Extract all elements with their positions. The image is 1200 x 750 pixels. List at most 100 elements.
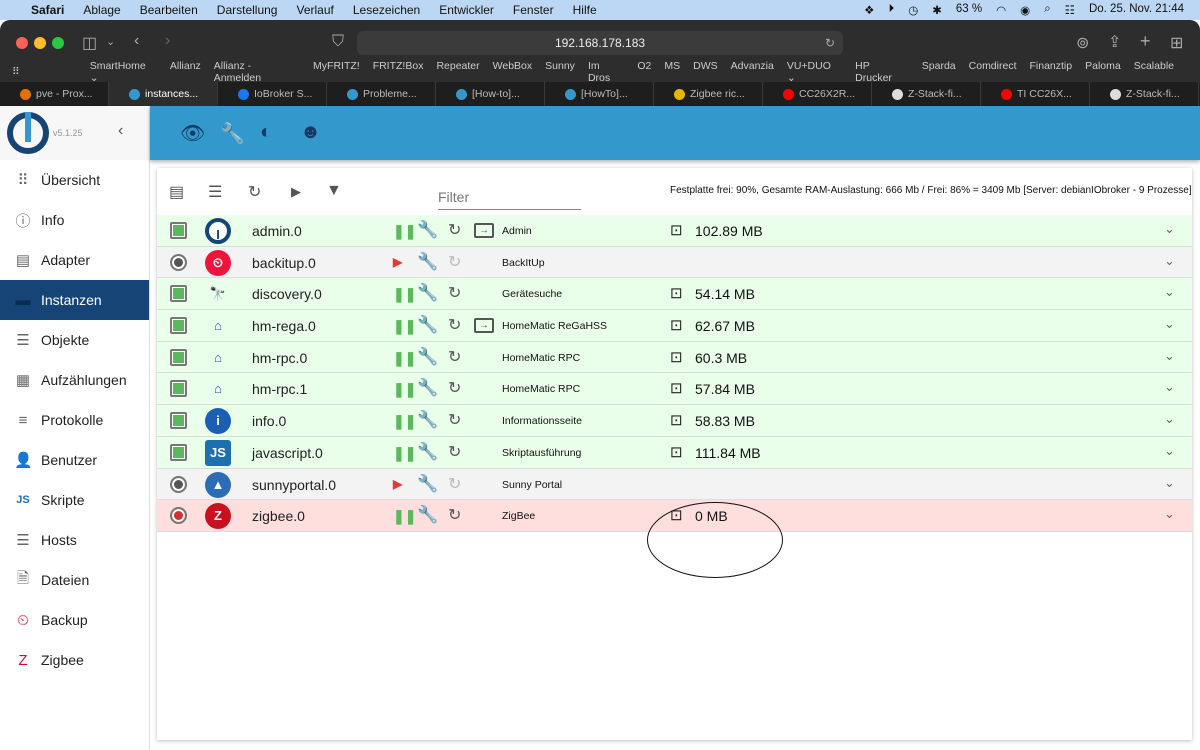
menu-entwickler[interactable]: Entwickler	[439, 3, 494, 17]
restart-icon[interactable]: ↻	[448, 378, 461, 398]
spotlight-icon[interactable]: ⌕	[1044, 3, 1050, 17]
menu-darstellung[interactable]: Darstellung	[217, 3, 278, 17]
reload-icon[interactable]: ↻	[825, 31, 835, 55]
instance-row[interactable]: ⌂ hm-rpc.1 ❚❚ 🔧 ↻ HomeMatic RPC ⊡ 57.84 MB ⌄	[157, 373, 1192, 406]
browser-tab[interactable]: Probleme...	[327, 82, 436, 106]
bookmark[interactable]: Scalable	[1134, 60, 1174, 84]
pause-icon[interactable]: ❚❚	[393, 381, 416, 398]
expand-chevron-icon[interactable]: ⌄	[1164, 284, 1175, 300]
expand-chevron-icon[interactable]: ⌄	[1164, 253, 1175, 269]
browser-tab[interactable]: [HowTo]...	[545, 82, 654, 106]
wrench-icon[interactable]: 🔧	[417, 474, 438, 494]
menu-verlauf[interactable]: Verlauf	[296, 3, 333, 17]
instance-row[interactable]: ▲ sunnyportal.0 ▶ 🔧 ↻ Sunny Portal ⌄	[157, 468, 1192, 501]
wrench-icon[interactable]: 🔧	[417, 315, 438, 335]
time-machine-icon[interactable]: ◷	[908, 3, 918, 17]
browser-tab[interactable]: Z-Stack-fi...	[1090, 82, 1199, 106]
expand-chevron-icon[interactable]: ⌄	[1164, 443, 1175, 459]
new-tab-icon[interactable]: +	[1140, 31, 1151, 52]
pause-icon[interactable]: ❚❚	[393, 318, 416, 335]
back-icon[interactable]: ‹	[134, 32, 139, 50]
filter-icon[interactable]: ▼	[326, 182, 342, 200]
bookmark[interactable]: Im Dros	[588, 60, 624, 84]
restart-icon[interactable]: ↻	[448, 442, 461, 462]
instance-row[interactable]: i info.0 ❚❚ 🔧 ↻ Informationsseite ⊡ 58.83 MB ⌄	[157, 405, 1192, 437]
restart-icon[interactable]: ↻	[448, 252, 461, 272]
bookmark[interactable]: Allianz	[170, 60, 201, 84]
restart-icon[interactable]: ↻	[448, 410, 461, 430]
wrench-icon[interactable]: 🔧	[220, 121, 245, 146]
menu-app[interactable]: Safari	[31, 3, 64, 17]
sidebar-item-aufzählungen[interactable]: ▦ Aufzählungen	[0, 360, 149, 400]
detailed-list-icon[interactable]: ▤	[169, 182, 184, 202]
address-bar[interactable]: 192.168.178.183 ↻	[357, 31, 843, 55]
bookmark[interactable]: WebBox	[493, 60, 533, 84]
pause-icon[interactable]: ❚❚	[393, 223, 416, 240]
sidebar-toggle-icon[interactable]: ◫	[82, 33, 97, 53]
wrench-icon[interactable]: 🔧	[417, 347, 438, 367]
menu-bearbeiten[interactable]: Bearbeiten	[140, 3, 198, 17]
browser-tab[interactable]: Zigbee ric...	[654, 82, 763, 106]
restart-icon[interactable]: ↻	[448, 283, 461, 303]
forward-icon[interactable]: ›	[165, 32, 170, 50]
open-link-icon[interactable]: →	[474, 223, 494, 238]
sidebar-item-adapter[interactable]: ▤ Adapter	[0, 240, 149, 280]
instance-row[interactable]: JS javascript.0 ❚❚ 🔧 ↻ Skriptausführung ⊡ 111.8…	[157, 436, 1192, 469]
browser-tab[interactable]: Z-Stack-fi...	[872, 82, 981, 106]
play-icon[interactable]: ▶	[393, 477, 402, 491]
bookmark[interactable]: FRITZ!Box	[373, 60, 424, 84]
apps-grid-icon[interactable]: ⠿	[12, 66, 20, 78]
eye-icon[interactable]: 👁	[180, 121, 205, 146]
bookmark[interactable]: VU+DUO ⌄	[787, 60, 842, 84]
restart-icon[interactable]: ↻	[448, 220, 461, 240]
bookmark[interactable]: Allianz - Anmelden	[214, 60, 300, 84]
sidebar-item-zigbee[interactable]: Z Zigbee	[0, 640, 149, 680]
instance-row[interactable]: ⌂ hm-rega.0 ❚❚ 🔧 ↻ → HomeMatic ReGaHSS ⊡ 62.67 M…	[157, 310, 1192, 342]
tab-overview-icon[interactable]: ⊞	[1170, 33, 1183, 53]
instance-row[interactable]: ⌂ hm-rpc.0 ❚❚ 🔧 ↻ HomeMatic RPC ⊡ 60.3 MB ⌄	[157, 341, 1192, 374]
user-icon[interactable]: ◉	[1020, 3, 1030, 17]
restart-icon[interactable]: ↻	[448, 505, 461, 525]
zoom-window-button[interactable]	[52, 37, 64, 49]
instance-row[interactable]: Iadmin.0 ❚❚ 🔧 ↻ → Admin ⊡ 102.89 MB ⌄	[157, 215, 1192, 247]
open-link-icon[interactable]: →	[474, 318, 494, 334]
theme-brightness-icon[interactable]: ◐	[260, 121, 272, 144]
sidebar-item-übersicht[interactable]: ⠿ Übersicht	[0, 160, 149, 200]
bookmark[interactable]: MS	[664, 60, 680, 84]
sidebar-item-info[interactable]: ⓘ Info	[0, 200, 149, 240]
menu-ablage[interactable]: Ablage	[83, 3, 120, 17]
bookmark[interactable]: Repeater	[436, 60, 479, 84]
bookmark[interactable]: HP Drucker	[855, 60, 909, 84]
browser-tab[interactable]: CC26X2R...	[763, 82, 872, 106]
sidebar-item-instanzen[interactable]: ▬ Instanzen	[0, 280, 149, 320]
bookmark[interactable]: Comdirect	[969, 60, 1017, 84]
instance-row[interactable]: ⏲ backitup.0 ▶ 🔧 ↻ BackItUp ⌄	[157, 246, 1192, 279]
expand-chevron-icon[interactable]: ⌄	[1164, 475, 1175, 491]
pause-icon[interactable]: ❚❚	[393, 286, 416, 303]
bookmark[interactable]: Sparda	[922, 60, 956, 84]
chevron-down-icon[interactable]: ⌄	[106, 35, 115, 48]
compact-list-icon[interactable]: ☰	[208, 182, 222, 202]
expand-chevron-icon[interactable]: ⌄	[1164, 411, 1175, 427]
pause-icon[interactable]: ❚❚	[393, 413, 416, 430]
pause-icon[interactable]: ❚❚	[393, 350, 416, 367]
bookmark[interactable]: Finanztip	[1030, 60, 1073, 84]
play-icon[interactable]: ▶	[393, 255, 402, 269]
browser-tab[interactable]: instances...	[109, 82, 218, 106]
restart-icon[interactable]: ↻	[448, 347, 461, 367]
refresh-icon[interactable]: ↻	[248, 182, 261, 202]
collapse-sidebar-icon[interactable]: ‹	[118, 122, 123, 140]
bluetooth-icon[interactable]: ✱	[932, 3, 942, 17]
sidebar-item-skripte[interactable]: JS Skripte	[0, 480, 149, 520]
minimize-window-button[interactable]	[34, 37, 46, 49]
sidebar-item-dateien[interactable]: 🗎 Dateien	[0, 560, 149, 600]
bookmark[interactable]: SmartHome ⌄	[90, 60, 157, 84]
menu-fenster[interactable]: Fenster	[513, 3, 554, 17]
battery-status[interactable]: 63 %	[956, 3, 982, 17]
bookmark[interactable]: O2	[637, 60, 651, 84]
expand-chevron-icon[interactable]: ⌄	[1164, 348, 1175, 364]
pause-icon[interactable]: ❚❚	[393, 445, 416, 462]
expand-chevron-icon[interactable]: ⌄	[1164, 506, 1175, 522]
bookmark[interactable]: MyFRITZ!	[313, 60, 360, 84]
sidebar-item-hosts[interactable]: ☰ Hosts	[0, 520, 149, 560]
